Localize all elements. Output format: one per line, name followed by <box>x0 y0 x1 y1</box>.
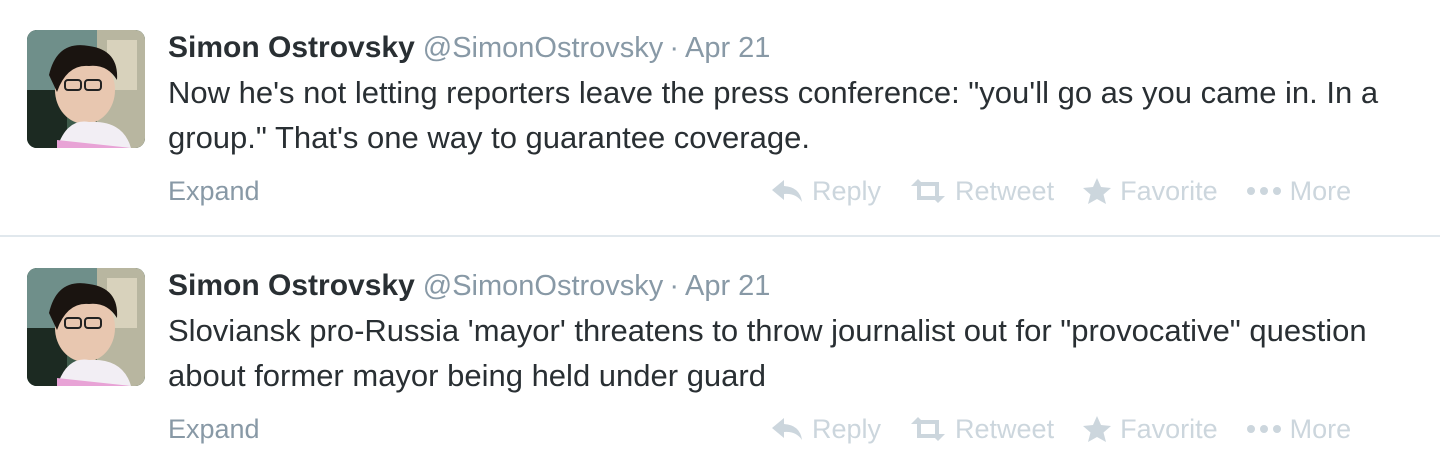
favorite-button[interactable]: Favorite <box>1082 176 1218 207</box>
retweet-icon <box>909 416 947 442</box>
more-dots-icon <box>1246 186 1282 196</box>
tweet-text: Sloviansk pro-Russia 'mayor' threatens t… <box>168 313 1367 393</box>
expand-link[interactable]: Expand <box>168 409 260 449</box>
favorite-label: Favorite <box>1120 175 1218 206</box>
reply-label: Reply <box>812 175 882 206</box>
more-label: More <box>1289 413 1352 444</box>
tweet-time[interactable]: Apr 21 <box>685 270 770 302</box>
reply-button[interactable]: Reply <box>770 414 881 445</box>
reply-icon <box>770 416 804 442</box>
reply-label: Reply <box>812 413 882 444</box>
tweet-actions: Reply Retweet Favorite More <box>770 409 1351 449</box>
star-icon <box>1082 177 1112 205</box>
tweet-header: Simon Ostrovsky @SimonOstrovsky · Apr 21 <box>168 266 770 311</box>
favorite-label: Favorite <box>1120 413 1218 444</box>
tweet-feed: Simon Ostrovsky @SimonOstrovsky · Apr 21 No… <box>0 0 1440 472</box>
separator: · <box>669 32 679 64</box>
more-button[interactable]: More <box>1246 175 1352 207</box>
retweet-label: Retweet <box>955 175 1055 206</box>
favorite-button[interactable]: Favorite <box>1082 414 1218 445</box>
separator: · <box>669 270 679 302</box>
author-handle[interactable]: @SimonOstrovsky <box>423 270 664 302</box>
retweet-label: Retweet <box>955 413 1055 444</box>
retweet-button[interactable]: Retweet <box>909 414 1054 445</box>
author-name[interactable]: Simon Ostrovsky <box>168 269 415 302</box>
expand-link[interactable]: Expand <box>168 171 260 211</box>
author-name[interactable]: Simon Ostrovsky <box>168 31 415 64</box>
reply-button[interactable]: Reply <box>770 176 881 207</box>
more-dots-icon <box>1246 424 1282 434</box>
avatar[interactable] <box>27 30 145 148</box>
tweet-time[interactable]: Apr 21 <box>685 32 770 64</box>
retweet-button[interactable]: Retweet <box>909 176 1054 207</box>
tweet-text: Now he's not letting reporters leave the… <box>168 75 1379 155</box>
more-label: More <box>1289 175 1352 206</box>
avatar[interactable] <box>27 268 145 386</box>
reply-icon <box>770 178 804 204</box>
retweet-icon <box>909 178 947 204</box>
tweet-header: Simon Ostrovsky @SimonOstrovsky · Apr 21 <box>168 28 770 73</box>
tweet[interactable]: Simon Ostrovsky @SimonOstrovsky · Apr 21 Sl… <box>0 238 1440 472</box>
star-icon <box>1082 415 1112 443</box>
more-button[interactable]: More <box>1246 413 1352 445</box>
tweet-actions: Reply Retweet Favorite More <box>770 171 1351 211</box>
tweet-divider <box>0 235 1440 237</box>
tweet[interactable]: Simon Ostrovsky @SimonOstrovsky · Apr 21 No… <box>0 0 1440 236</box>
author-handle[interactable]: @SimonOstrovsky <box>423 32 664 64</box>
